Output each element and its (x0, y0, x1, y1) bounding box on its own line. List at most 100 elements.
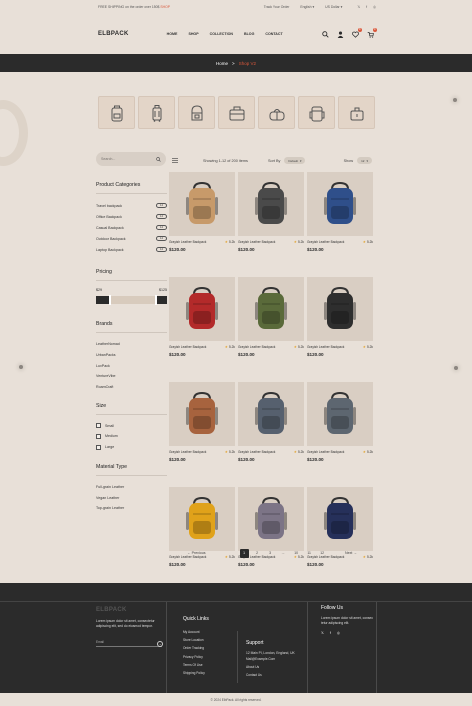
breadcrumb-home[interactable]: Home (216, 61, 228, 66)
product-name[interactable]: Grayish Leather Backpack (169, 450, 206, 454)
size-checkbox[interactable] (96, 433, 101, 439)
product-image[interactable] (169, 277, 235, 341)
brand-item[interactable]: LeatherNomad (96, 339, 167, 350)
product-image[interactable] (307, 382, 373, 446)
product-name[interactable]: Grayish Leather Backpack (238, 450, 275, 454)
product-name[interactable]: Grayish Leather Backpack (307, 345, 344, 349)
product-image[interactable] (238, 487, 304, 551)
footer-link[interactable]: Privacy Policy (183, 655, 238, 663)
logo[interactable]: ELBPACK (98, 31, 129, 37)
brand-item[interactable]: LuxPack (96, 360, 167, 371)
page-button[interactable]: 1 (239, 548, 249, 558)
material-item[interactable]: Full-grain Leather (96, 482, 167, 493)
footer-link[interactable]: Terms Of Use (183, 663, 238, 671)
category-tile[interactable] (178, 96, 215, 129)
size-option[interactable]: Medium (96, 431, 167, 442)
size-checkbox[interactable] (96, 423, 101, 429)
product-card[interactable]: Grayish Leather Backpack ★ 5.2k $120.00 (307, 277, 373, 357)
footer-link[interactable]: My Account (183, 630, 238, 638)
footer-link[interactable]: Store Location (183, 638, 238, 646)
product-card[interactable]: Grayish Leather Backpack ★ 5.2k $120.00 (169, 382, 235, 462)
size-option[interactable]: Small (96, 420, 167, 431)
product-card[interactable]: Grayish Leather Backpack ★ 5.2k $120.00 (307, 172, 373, 252)
category-item[interactable]: Travel backpack 14 (96, 200, 167, 211)
promo-shop-link[interactable]: SHOP (160, 5, 170, 9)
product-name[interactable]: Grayish Leather Backpack (238, 240, 275, 244)
facebook-icon[interactable]: f (366, 5, 367, 9)
instagram-icon[interactable]: ◎ (337, 631, 340, 635)
footer-link[interactable]: Shipping Policy (183, 671, 238, 679)
product-image[interactable] (169, 487, 235, 551)
show-select[interactable]: 12 ▾ (357, 157, 372, 164)
product-image[interactable] (307, 172, 373, 236)
sort-select[interactable]: Default ▾ (284, 157, 306, 164)
product-name[interactable]: Grayish Leather Backpack (307, 240, 344, 244)
category-tile[interactable] (298, 96, 335, 129)
page-button[interactable]: 10 (292, 549, 301, 558)
product-image[interactable] (169, 382, 235, 446)
cart-icon[interactable]: 0 (367, 27, 377, 38)
page-button[interactable]: 11 (305, 549, 314, 558)
product-name[interactable]: Grayish Leather Backpack (238, 345, 275, 349)
next-button[interactable]: Next → (345, 551, 357, 555)
email-field[interactable]: Email (96, 640, 162, 647)
nav-shop[interactable]: SHOP (188, 32, 198, 36)
product-card[interactable]: Grayish Leather Backpack ★ 5.2k $120.00 (238, 277, 304, 357)
user-icon[interactable] (337, 31, 344, 38)
footer-logo[interactable]: ELBPACK (96, 607, 162, 613)
page-button[interactable]: 3 (266, 549, 275, 558)
category-tile[interactable] (258, 96, 295, 129)
product-image[interactable] (169, 172, 235, 236)
brand-item[interactable]: VentureVibe (96, 371, 167, 382)
category-item[interactable]: Outdoor Backpack 14 (96, 233, 167, 244)
facebook-icon[interactable]: f (330, 631, 331, 635)
slider-max-handle[interactable] (155, 295, 157, 305)
footer-link[interactable]: Contact Us (246, 673, 304, 681)
price-range-slider[interactable] (96, 295, 167, 305)
support-email-link[interactable]: Mail@Example.Com (246, 657, 304, 665)
footer-link[interactable]: About Us (246, 665, 304, 673)
product-name[interactable]: Grayish Leather Backpack (169, 240, 206, 244)
nav-blog[interactable]: BLOG (244, 32, 254, 36)
category-item[interactable]: Laptop Backpack 14 (96, 244, 167, 255)
footer-link[interactable]: Order Tracking (183, 646, 238, 654)
product-image[interactable] (238, 172, 304, 236)
subscribe-button[interactable]: → (157, 641, 163, 647)
nav-contact[interactable]: CONTACT (265, 32, 282, 36)
brand-item[interactable]: UrbanPacks (96, 350, 167, 361)
wishlist-icon[interactable]: 0 (352, 27, 362, 38)
nav-collection[interactable]: COLLECTION (210, 32, 233, 36)
page-button[interactable]: 2 (253, 549, 262, 558)
product-card[interactable]: Grayish Leather Backpack ★ 5.2k $120.00 (169, 277, 235, 357)
x-icon[interactable]: 𝕏 (357, 5, 360, 9)
material-item[interactable]: Vegan Leather (96, 492, 167, 503)
product-image[interactable] (307, 487, 373, 551)
product-card[interactable]: Grayish Leather Backpack ★ 5.2k $120.00 (238, 172, 304, 252)
product-card[interactable]: Grayish Leather Backpack ★ 5.2k $120.00 (307, 382, 373, 462)
product-image[interactable] (238, 382, 304, 446)
instagram-icon[interactable]: ◎ (373, 5, 376, 9)
brand-item[interactable]: RoamCraft (96, 382, 167, 393)
product-card[interactable]: Grayish Leather Backpack ★ 5.2k $120.00 (169, 172, 235, 252)
category-item[interactable]: Office Backpack 14 (96, 211, 167, 222)
category-item[interactable]: Casual Backpack 14 (96, 222, 167, 233)
product-image[interactable] (307, 277, 373, 341)
category-tile[interactable] (218, 96, 255, 129)
nav-home[interactable]: HOME (167, 32, 178, 36)
product-card[interactable]: Grayish Leather Backpack ★ 5.2k $120.00 (238, 382, 304, 462)
product-name[interactable]: Grayish Leather Backpack (307, 450, 344, 454)
x-icon[interactable]: 𝕏 (321, 631, 324, 635)
currency-select[interactable]: US Dollar ▾ (325, 5, 342, 9)
slider-min-handle[interactable] (109, 295, 111, 305)
search-icon[interactable] (322, 30, 329, 38)
category-tile[interactable] (138, 96, 175, 129)
previous-button[interactable]: ← Previous (187, 551, 206, 555)
page-button[interactable]: 12 (318, 549, 327, 558)
size-checkbox[interactable] (96, 444, 101, 450)
category-tile[interactable] (98, 96, 135, 129)
language-select[interactable]: English ▾ (300, 5, 314, 9)
category-tile[interactable] (338, 96, 375, 129)
size-option[interactable]: Large (96, 442, 167, 453)
product-name[interactable]: Grayish Leather Backpack (169, 345, 206, 349)
search-input[interactable]: Search... (96, 152, 166, 166)
